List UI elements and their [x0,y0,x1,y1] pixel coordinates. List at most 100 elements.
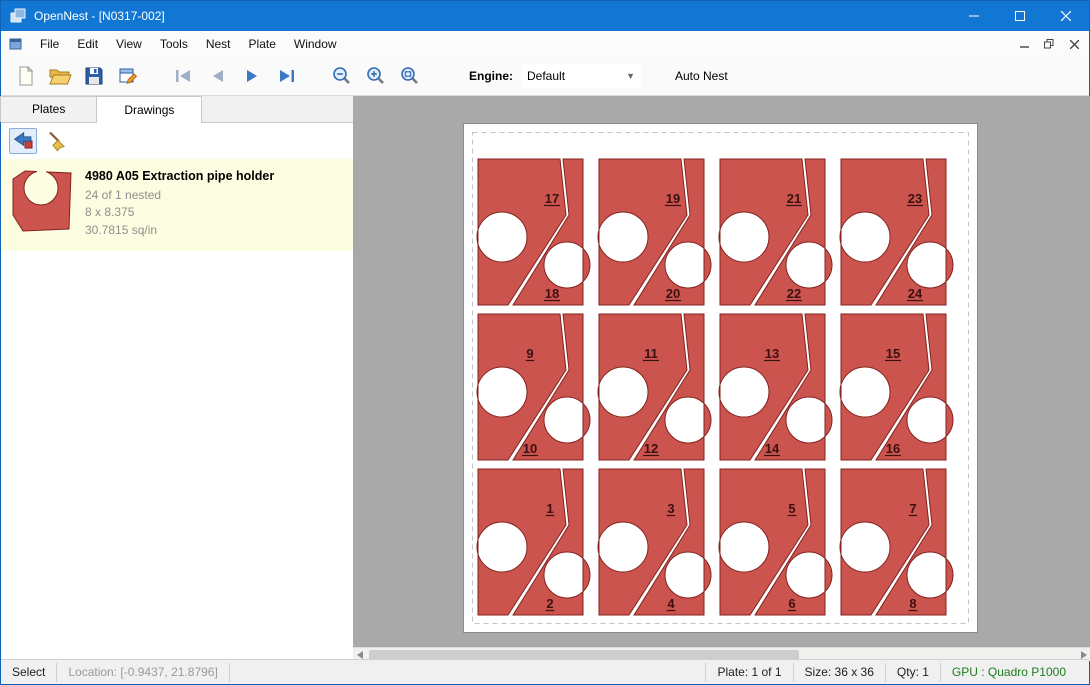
nested-part-pair[interactable]: 1516 [840,314,953,460]
replace-drawing-icon [12,131,34,151]
status-qty: Qty: 1 [886,664,940,681]
app-window: OpenNest - [N0317-002] File Edit View To… [0,0,1090,685]
part-number: 6 [788,596,795,611]
part-number: 2 [546,596,553,611]
nested-part-pair[interactable]: 1920 [598,159,711,305]
mdi-close-icon [1070,40,1079,49]
mdi-minimize-icon [1020,40,1029,49]
nested-part-pair[interactable]: 34 [598,469,711,615]
broom-icon [46,130,68,152]
tab-plates[interactable]: Plates [0,96,97,122]
auto-nest-button[interactable]: Auto Nest [667,65,736,87]
close-icon [1061,11,1071,21]
resize-grip[interactable] [1077,660,1089,685]
mdi-minimize-button[interactable] [1013,34,1035,54]
menu-view[interactable]: View [107,32,151,56]
mdi-restore-button[interactable] [1038,34,1060,54]
tab-drawings[interactable]: Drawings [96,96,202,123]
mdi-restore-icon [1044,39,1054,49]
part-number: 1 [546,501,553,516]
part-number: 17 [545,191,559,206]
part-number: 21 [787,191,801,206]
zoom-in-button[interactable] [359,60,393,92]
save-edit-button[interactable] [111,60,145,92]
go-first-icon [173,67,195,85]
nested-part-pair[interactable]: 12 [477,469,590,615]
go-previous-button[interactable] [201,60,235,92]
go-next-button[interactable] [235,60,269,92]
plate-sheet[interactable]: 171819202122232491011121314151612345678 [463,123,978,633]
engine-selected-value: Default [527,69,565,83]
part-number: 22 [787,286,801,301]
nested-part-pair[interactable]: 1314 [719,314,832,460]
go-first-button[interactable] [167,60,201,92]
nested-part-pair[interactable]: 9 10 [477,314,590,460]
title-bar: OpenNest - [N0317-002] [1,1,1089,31]
menu-file[interactable]: File [31,32,68,56]
menu-edit[interactable]: Edit [68,32,107,56]
part-number: 20 [666,286,680,301]
zoom-out-icon [331,65,353,87]
nesting-canvas[interactable]: 171819202122232491011121314151612345678 [353,96,1090,661]
status-size: Size: 36 x 36 [794,664,885,681]
part-number: 14 [765,441,780,456]
drawing-list-item[interactable]: 4980 A05 Extraction pipe holder 24 of 1 … [1,159,353,251]
part-number: 11 [644,346,658,361]
drawing-nested-count: 24 of 1 nested [85,187,274,204]
replace-drawing-button[interactable] [9,128,37,154]
menu-tools[interactable]: Tools [151,32,197,56]
zoom-out-button[interactable] [325,60,359,92]
menu-window[interactable]: Window [285,32,346,56]
go-previous-icon [207,67,229,85]
engine-select[interactable]: Default ▼ [521,64,641,88]
status-location: Location: [-0.9437, 21.8796] [57,664,228,681]
plate-svg: 171819202122232491011121314151612345678 [464,124,977,632]
close-button[interactable] [1043,1,1089,31]
part-number: 16 [886,441,900,456]
part-number: 15 [886,346,900,361]
nested-part-pair[interactable]: 11 12 [598,314,711,460]
part-number: 10 [523,441,537,456]
zoom-fit-button[interactable] [393,60,427,92]
part-number: 18 [545,286,559,301]
horizontal-scrollbar-thumb[interactable] [369,650,799,660]
part-number: 19 [666,191,680,206]
drawing-title: 4980 A05 Extraction pipe holder [85,169,274,183]
part-number: 12 [644,441,658,456]
part-number: 4 [667,596,675,611]
nested-part-pair[interactable]: 2324 [840,159,953,305]
engine-label: Engine: [469,69,513,83]
status-plate: Plate: 1 of 1 [706,664,792,681]
app-icon [10,8,26,24]
maximize-button[interactable] [997,1,1043,31]
maximize-icon [1015,11,1025,21]
panel-tabbar: Plates Drawings [1,96,353,123]
clear-button[interactable] [43,128,71,154]
new-button[interactable] [9,60,43,92]
window-title: OpenNest - [N0317-002] [34,9,165,23]
minimize-icon [969,11,979,21]
part-number: 8 [909,596,916,611]
part-number: 9 [526,346,533,361]
save-icon [83,65,105,87]
minimize-button[interactable] [951,1,997,31]
zoom-fit-icon [399,65,421,87]
zoom-in-icon [365,65,387,87]
left-panel: Plates Drawings 498 [1,96,353,661]
part-number: 3 [667,501,674,516]
part-number: 7 [909,501,916,516]
chevron-down-icon: ▼ [626,71,635,81]
nested-part-pair[interactable]: 21 22 [719,159,832,305]
open-button[interactable] [43,60,77,92]
menu-plate[interactable]: Plate [240,32,285,56]
go-last-button[interactable] [269,60,303,92]
menu-bar: File Edit View Tools Nest Plate Window [1,31,1089,57]
go-last-icon [275,67,297,85]
save-button[interactable] [77,60,111,92]
nested-part-pair[interactable]: 1718 [477,159,590,305]
nested-part-pair[interactable]: 56 [719,469,832,615]
menu-nest[interactable]: Nest [197,32,240,56]
mdi-close-button[interactable] [1063,34,1085,54]
drawing-size: 8 x 8.375 [85,204,274,221]
nested-part-pair[interactable]: 78 [840,469,953,615]
